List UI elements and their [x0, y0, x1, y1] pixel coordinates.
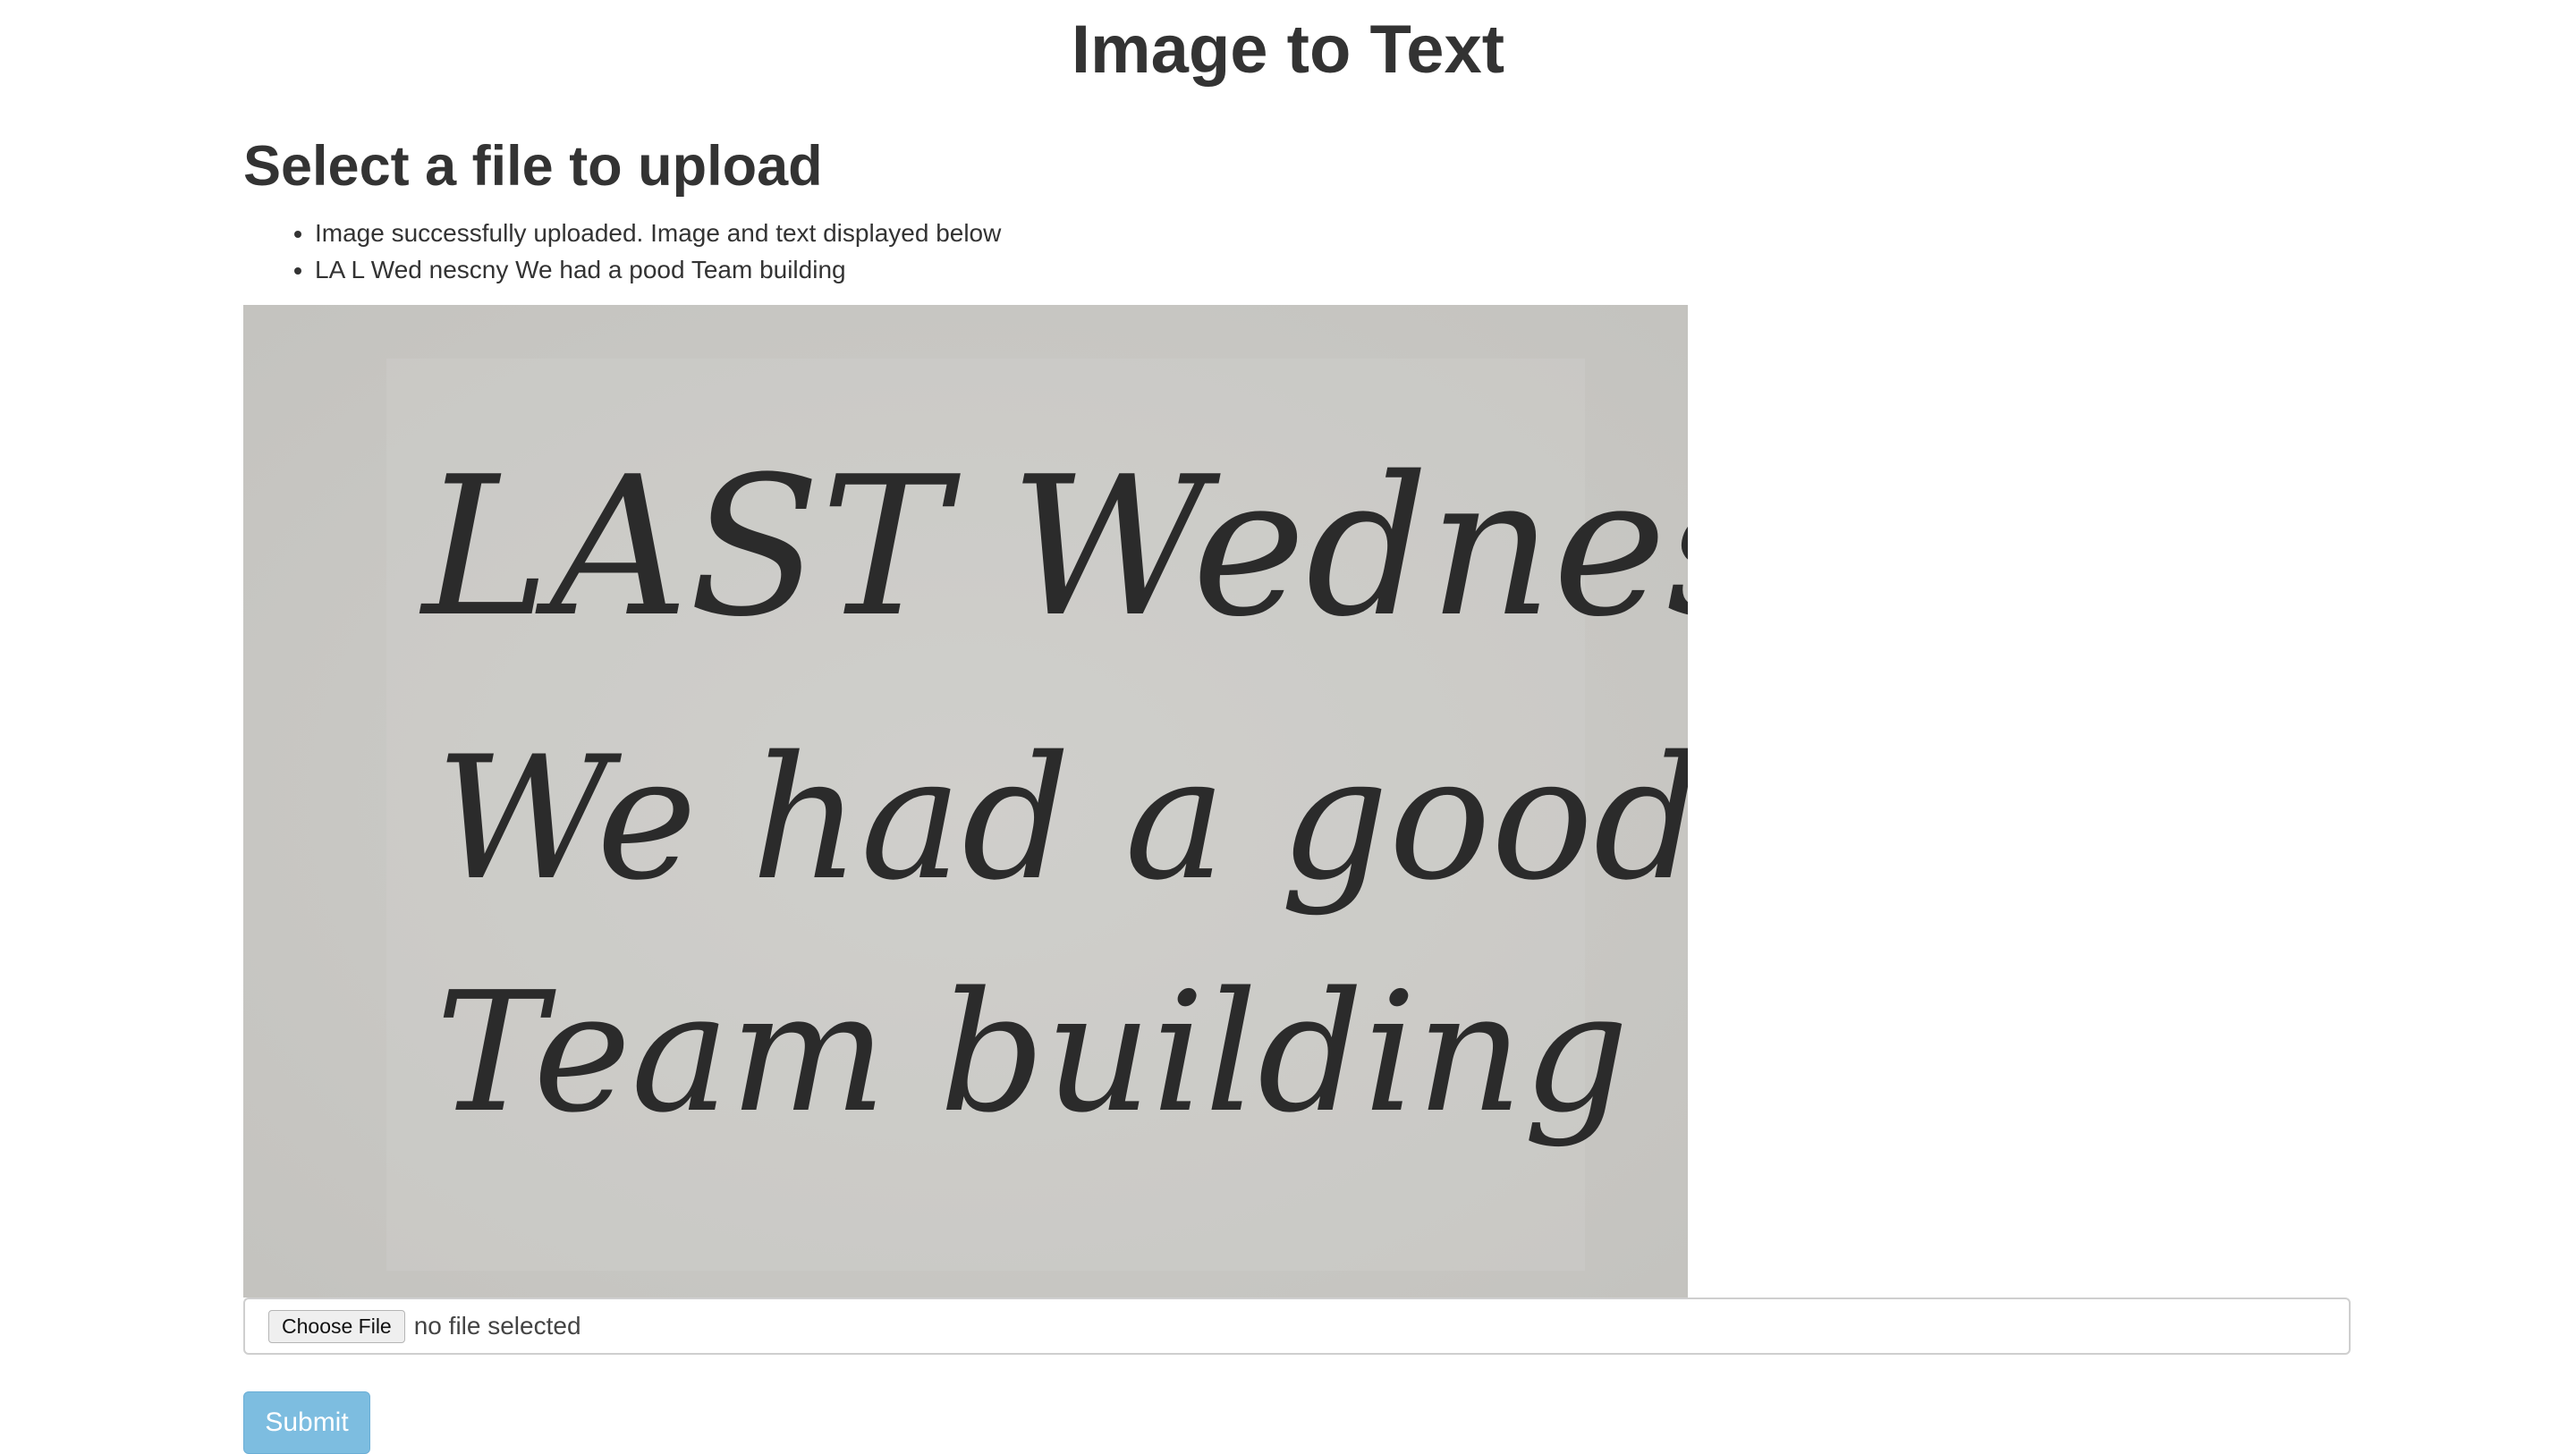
- handwritten-note-image: LAST Wednesday We had a good Team buildi…: [243, 305, 1688, 1298]
- choose-file-button[interactable]: Choose File: [268, 1309, 405, 1343]
- file-input[interactable]: Choose File no file selected: [243, 1298, 2351, 1355]
- handwriting-line-3: Team building: [436, 956, 1629, 1149]
- flash-messages: Image successfully uploaded. Image and t…: [243, 215, 2354, 288]
- upload-success-message: Image successfully uploaded. Image and t…: [315, 215, 2354, 251]
- section-heading: Select a file to upload: [243, 135, 823, 198]
- handwriting-line-2: We had a good: [436, 720, 1688, 917]
- uploaded-image: LAST Wednesday We had a good Team buildi…: [243, 305, 1688, 1298]
- ocr-result-message: LA L Wed nescny We had a pood Team build…: [315, 251, 2354, 288]
- upload-section: Select a file to upload Image successful…: [243, 131, 2354, 1454]
- file-status-text: no file selected: [413, 1312, 581, 1340]
- submit-button[interactable]: Submit: [243, 1391, 370, 1454]
- page-title: Image to Text: [1071, 12, 1505, 88]
- handwriting-line-1: LAST Wednesday: [419, 435, 1688, 659]
